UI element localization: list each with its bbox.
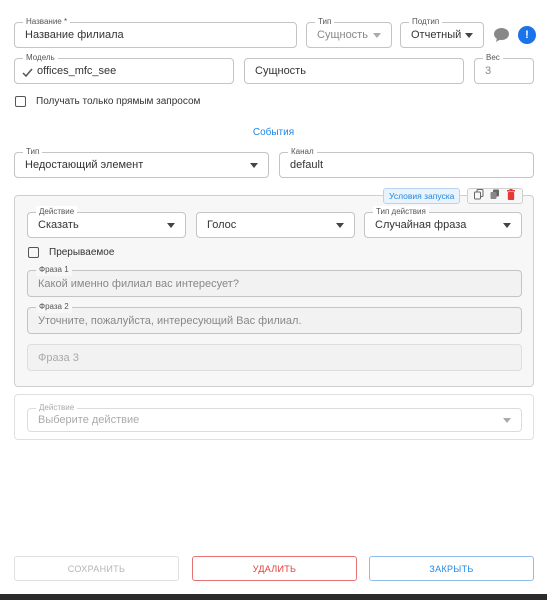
model-field-value: offices_mfc_see: [37, 65, 117, 77]
action-select[interactable]: Действие Сказать: [27, 206, 186, 238]
chevron-down-icon: [503, 223, 511, 228]
phrase-1-value: Какой именно филиал вас интересует?: [38, 277, 239, 290]
voice-select[interactable]: Голос: [196, 212, 355, 238]
phrase-1-field[interactable]: Фраза 1 Какой именно филиал вас интересу…: [27, 264, 522, 297]
phrase-2-value: Уточните, пожалуйста, интересующий Вас ф…: [38, 314, 302, 327]
phrase-2-field[interactable]: Фраза 2 Уточните, пожалуйста, интересующ…: [27, 301, 522, 334]
direct-request-label: Получать только прямым запросом: [36, 96, 201, 107]
chevron-down-icon: [373, 33, 381, 38]
action-type-select[interactable]: Тип действия Случайная фраза: [364, 206, 522, 238]
chevron-down-icon: [336, 223, 344, 228]
duplicate-icon[interactable]: [490, 187, 500, 205]
subtype-select-value: Отчетный: [411, 29, 462, 41]
window-bottom-edge: [0, 594, 547, 600]
info-badge-icon: !: [525, 29, 529, 41]
comment-button[interactable]: [492, 26, 510, 44]
action-select-value: Сказать: [38, 219, 79, 231]
events-link[interactable]: События: [0, 127, 547, 138]
panel-tools: [467, 188, 523, 204]
model-field[interactable]: Модель offices_mfc_see: [14, 52, 234, 84]
copy-icon[interactable]: [474, 187, 484, 205]
phrase-3-placeholder: Фраза 3: [38, 351, 79, 364]
info-button[interactable]: !: [518, 26, 536, 44]
entity-field[interactable]: Сущность: [244, 58, 464, 84]
chevron-down-icon: [167, 223, 175, 228]
type-select-value: Сущность: [317, 29, 368, 41]
action-type-value: Случайная фраза: [375, 219, 467, 231]
name-field-value: Название филиала: [25, 29, 124, 41]
save-button[interactable]: СОХРАНИТЬ: [14, 556, 179, 581]
chevron-down-icon: [250, 163, 258, 168]
channel-value: default: [290, 159, 324, 171]
event-type-value: Недостающий элемент: [25, 159, 144, 171]
phrase-3-field[interactable]: Фраза 3: [27, 344, 522, 371]
channel-field[interactable]: Канал default: [279, 146, 534, 178]
action-panel: Условия запуска Действие Сказать Голос Т…: [14, 188, 534, 387]
interruptible-label: Прерываемое: [49, 247, 115, 258]
close-button[interactable]: ЗАКРЫТЬ: [369, 556, 534, 581]
chevron-down-icon: [465, 33, 473, 38]
conditions-button[interactable]: Условия запуска: [383, 188, 461, 204]
entity-field-value: Сущность: [255, 65, 306, 77]
voice-select-value: Голос: [207, 219, 237, 231]
name-field[interactable]: Название * Название филиала: [14, 16, 297, 48]
delete-button[interactable]: УДАЛИТЬ: [192, 556, 357, 581]
speech-bubble-icon: [493, 28, 509, 42]
new-action-placeholder: Выберите действие: [38, 414, 140, 426]
weight-field-value: 3: [485, 65, 492, 77]
subtype-select[interactable]: Подтип Отчетный: [400, 16, 484, 48]
direct-request-checkbox[interactable]: [15, 96, 26, 107]
new-action-select[interactable]: Действие Выберите действие: [27, 402, 522, 432]
weight-field[interactable]: Вес 3: [474, 52, 534, 84]
chevron-down-icon: [503, 418, 511, 423]
checkmark-icon: [22, 65, 33, 83]
type-select[interactable]: Тип Сущность: [306, 16, 392, 48]
trash-icon[interactable]: [506, 187, 516, 205]
interruptible-checkbox[interactable]: [28, 247, 39, 258]
new-action-panel: Действие Выберите действие: [14, 394, 534, 440]
event-type-select[interactable]: Тип Недостающий элемент: [14, 146, 269, 178]
